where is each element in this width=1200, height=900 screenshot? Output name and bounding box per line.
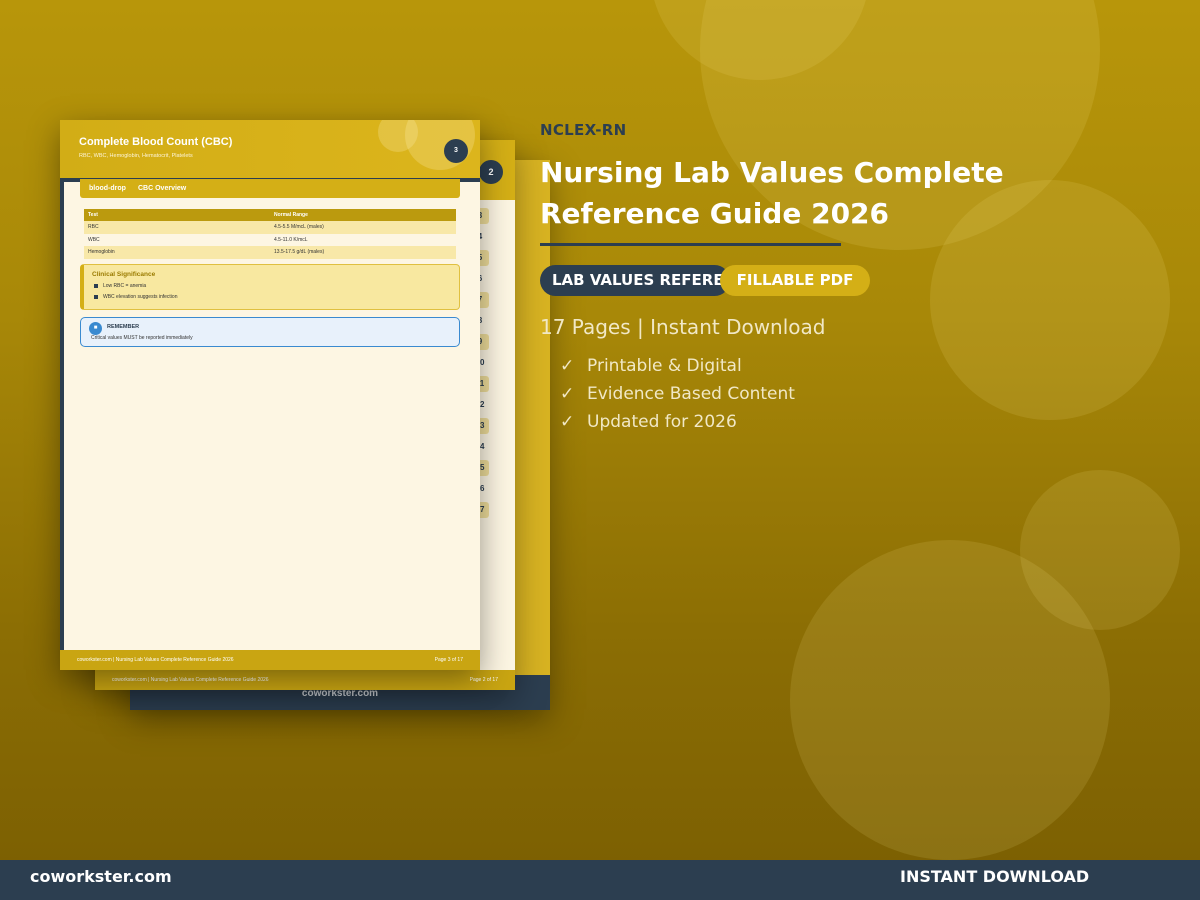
pages-info: 17 Pages | Instant Download xyxy=(540,315,826,339)
feature-item: ✓ Evidence Based Content xyxy=(560,382,795,410)
site-link[interactable]: coworkster.com xyxy=(30,867,172,886)
clinical-item: Low RBC = anemia xyxy=(94,283,146,289)
front-footer-right: Page 3 of 17 xyxy=(434,657,463,663)
feature-text: Evidence Based Content xyxy=(587,384,795,404)
bottom-bar: coworkster.com INSTANT DOWNLOAD xyxy=(0,860,1200,900)
clinical-title: Clinical Significance xyxy=(92,271,156,278)
front-page-subtitle: RBC, WBC, Hemoglobin, Hematocrit, Platel… xyxy=(79,153,193,159)
section-title: CBC Overview xyxy=(138,185,187,192)
middle-page-footer: coworkster.com | Nursing Lab Values Comp… xyxy=(95,670,515,690)
check-icon: ✓ xyxy=(560,412,575,432)
remember-callout: ■ REMEMBER Critical values MUST be repor… xyxy=(80,317,460,347)
exam-eyebrow: NCLEX-RN xyxy=(540,121,627,139)
table-row: WBC 4.5-11.0 K/mcL xyxy=(84,233,456,246)
middle-page-badge: 2 xyxy=(479,160,503,184)
table-row: Hemoglobin 13.5-17.5 g/dL (males) xyxy=(84,246,456,259)
info-icon: ■ xyxy=(89,322,102,335)
clinical-item-text: Low RBC = anemia xyxy=(103,283,147,289)
mockup-page-front: Complete Blood Count (CBC) RBC, WBC, Hem… xyxy=(60,120,480,670)
table-header-row: Test Normal Range xyxy=(84,209,456,221)
category-tag: LAB VALUES REFERENCE xyxy=(540,265,730,296)
lab-values-table: Test Normal Range RBC 4.5-5.5 M/mcL (mal… xyxy=(84,209,456,259)
side-accent xyxy=(60,178,64,650)
remember-title: REMEMBER xyxy=(107,324,140,330)
clinical-item: WBC elevation suggests infection xyxy=(94,294,177,300)
product-title-line: Nursing Lab Values Complete xyxy=(540,156,1004,189)
feature-list: ✓ Printable & Digital ✓ Evidence Based Con… xyxy=(560,354,795,438)
check-icon: ✓ xyxy=(560,356,575,376)
table-cell: RBC xyxy=(84,221,270,234)
table-cell: 4.5-11.0 K/mcL xyxy=(270,233,456,246)
background-bubble xyxy=(790,540,1110,860)
table-cell: WBC xyxy=(84,233,270,246)
feature-text: Updated for 2026 xyxy=(587,412,737,432)
feature-item: ✓ Printable & Digital xyxy=(560,354,795,382)
blood-drop-label: blood-drop xyxy=(89,185,126,192)
feature-text: Printable & Digital xyxy=(587,356,742,376)
middle-footer-right: Page 2 of 17 xyxy=(469,677,498,683)
product-title: Nursing Lab Values Complete Reference Gu… xyxy=(540,152,1040,234)
table-header-cell: Test xyxy=(84,209,270,221)
feature-item: ✓ Updated for 2026 xyxy=(560,410,795,438)
clinical-significance-box: Clinical Significance Low RBC = anemia W… xyxy=(80,264,460,310)
table-cell: 13.5-17.5 g/dL (males) xyxy=(270,246,456,259)
front-page-header: Complete Blood Count (CBC) RBC, WBC, Hem… xyxy=(60,120,480,178)
title-divider xyxy=(540,243,841,246)
bullet-icon xyxy=(94,294,98,299)
remember-text: Critical values MUST be reported immedia… xyxy=(91,335,193,341)
instant-download-label: INSTANT DOWNLOAD xyxy=(900,867,1090,886)
clinical-item-text: WBC elevation suggests infection xyxy=(103,294,178,300)
format-tag: FILLABLE PDF xyxy=(720,265,870,296)
table-row: RBC 4.5-5.5 M/mcL (males) xyxy=(84,221,456,234)
table-cell: Hemoglobin xyxy=(84,246,270,259)
front-page-title: Complete Blood Count (CBC) xyxy=(79,136,233,148)
section-banner: blood-drop CBC Overview xyxy=(80,179,460,198)
front-page-footer: coworkster.com | Nursing Lab Values Comp… xyxy=(60,650,480,670)
check-icon: ✓ xyxy=(560,384,575,404)
front-page-badge: 3 xyxy=(444,139,468,163)
table-header-cell: Normal Range xyxy=(270,209,456,221)
front-footer-left: coworkster.com | Nursing Lab Values Comp… xyxy=(77,657,234,663)
bullet-icon xyxy=(94,283,98,288)
product-title-line: Reference Guide 2026 xyxy=(540,197,890,230)
table-cell: 4.5-5.5 M/mcL (males) xyxy=(270,221,456,234)
middle-footer-left: coworkster.com | Nursing Lab Values Comp… xyxy=(112,677,269,683)
